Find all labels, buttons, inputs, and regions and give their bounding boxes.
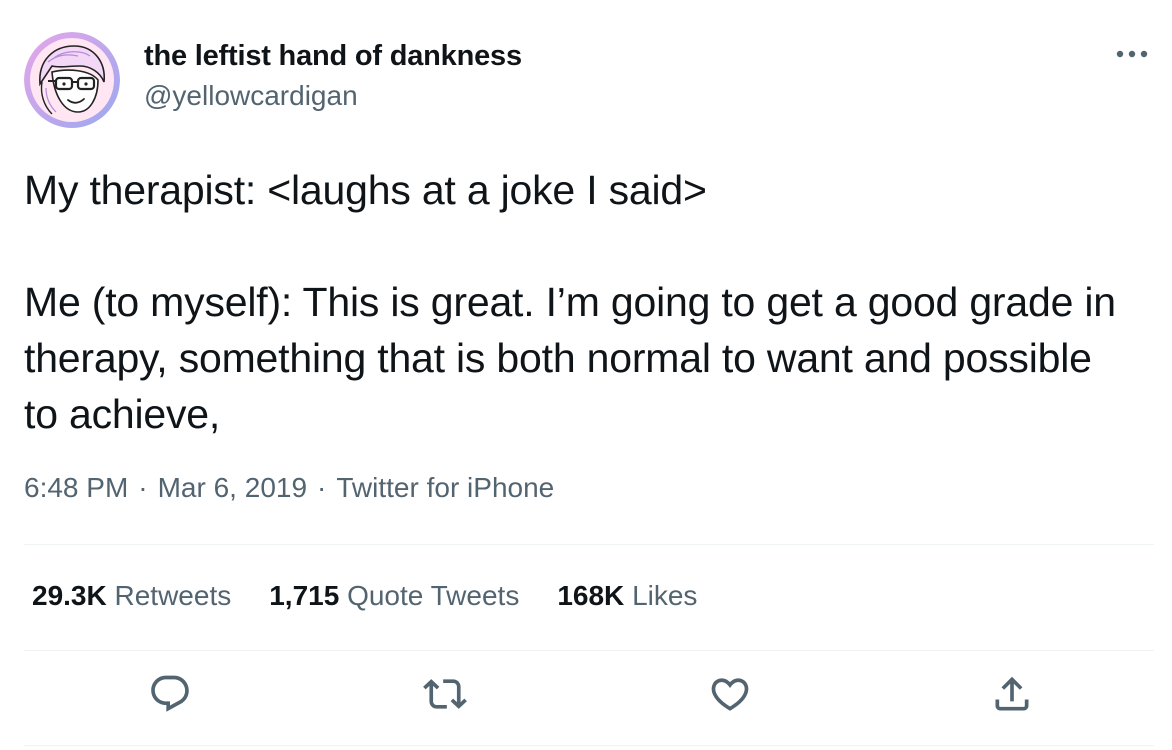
tweet-card: the leftist hand of dankness @yellowcard…: [0, 0, 1172, 750]
cartoon-avatar-icon: [24, 32, 120, 128]
divider: [24, 650, 1154, 651]
retweets-count: 29.3K: [32, 580, 107, 611]
likes-label: Likes: [632, 580, 698, 611]
heart-icon: [711, 678, 749, 711]
retweet-button[interactable]: [423, 672, 467, 716]
quote-tweets-label: Quote Tweets: [347, 580, 520, 611]
user-handle[interactable]: @yellowcardigan: [144, 80, 358, 112]
reply-button[interactable]: [148, 672, 192, 716]
meta-separator: ·: [138, 472, 148, 503]
retweets-stat[interactable]: 29.3K Retweets: [32, 580, 231, 612]
divider: [24, 544, 1154, 545]
avatar[interactable]: [24, 32, 120, 128]
action-bar: [0, 672, 1172, 722]
tweet-metadata: 6:48 PM · Mar 6, 2019 · Twitter for iPhone: [24, 472, 554, 504]
tweet-source[interactable]: Twitter for iPhone: [336, 472, 554, 503]
tweet-paragraph: Me (to myself): This is great. I’m going…: [24, 279, 1128, 437]
likes-count: 168K: [557, 580, 625, 611]
tweet-paragraph: My therapist: <laughs at a joke I said>: [24, 167, 707, 213]
likes-stat[interactable]: 168K Likes: [557, 580, 697, 612]
tweet-time[interactable]: 6:48 PM: [24, 472, 128, 503]
reply-icon: [151, 675, 189, 712]
meta-separator: ·: [317, 472, 327, 503]
quote-tweets-count: 1,715: [269, 580, 340, 611]
retweet-icon: [423, 679, 467, 709]
tweet-date[interactable]: Mar 6, 2019: [158, 472, 307, 503]
retweets-label: Retweets: [114, 580, 232, 611]
divider: [24, 745, 1154, 746]
share-icon: [995, 676, 1029, 711]
share-button[interactable]: [990, 672, 1034, 716]
display-name[interactable]: the leftist hand of dankness: [144, 40, 522, 73]
tweet-stats: 29.3K Retweets 1,715 Quote Tweets 168K L…: [32, 580, 735, 612]
like-button[interactable]: [708, 672, 752, 716]
quote-tweets-stat[interactable]: 1,715 Quote Tweets: [269, 580, 519, 612]
tweet-text: My therapist: <laughs at a joke I said> …: [24, 162, 1134, 442]
more-icon[interactable]: [1114, 44, 1150, 64]
